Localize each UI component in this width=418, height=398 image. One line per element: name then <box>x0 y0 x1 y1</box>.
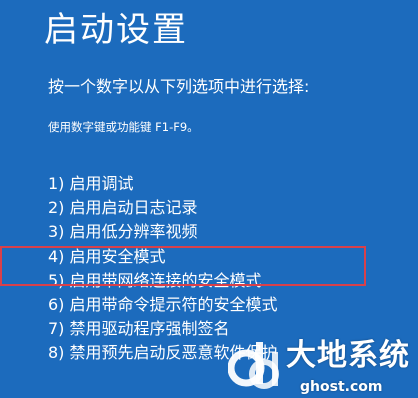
page-title: 启动设置 <box>44 10 188 50</box>
startup-settings-screen: 启动设置 按一个数字以从下列选项中进行选择: 使用数字键或功能键 F1-F9。 … <box>0 0 418 398</box>
option-safe-mode-with-command-prompt[interactable]: 6) 启用带命令提示符的安全模式 <box>48 293 278 317</box>
watermark-url: ghost.com <box>300 379 383 395</box>
dd-logo-icon <box>228 342 279 389</box>
watermark-site-name: 大地系统 <box>286 338 410 373</box>
site-watermark: 大地系统 ghost.com <box>228 336 418 398</box>
option-enable-boot-logging[interactable]: 2) 启用启动日志记录 <box>48 196 278 220</box>
option-enable-low-resolution-video[interactable]: 3) 启用低分辨率视频 <box>48 220 278 244</box>
key-hint: 使用数字键或功能键 F1-F9。 <box>48 120 199 134</box>
safe-mode-highlight-box <box>0 246 366 286</box>
selection-prompt: 按一个数字以从下列选项中进行选择: <box>48 77 310 96</box>
option-enable-debugging[interactable]: 1) 启用调试 <box>48 172 278 196</box>
